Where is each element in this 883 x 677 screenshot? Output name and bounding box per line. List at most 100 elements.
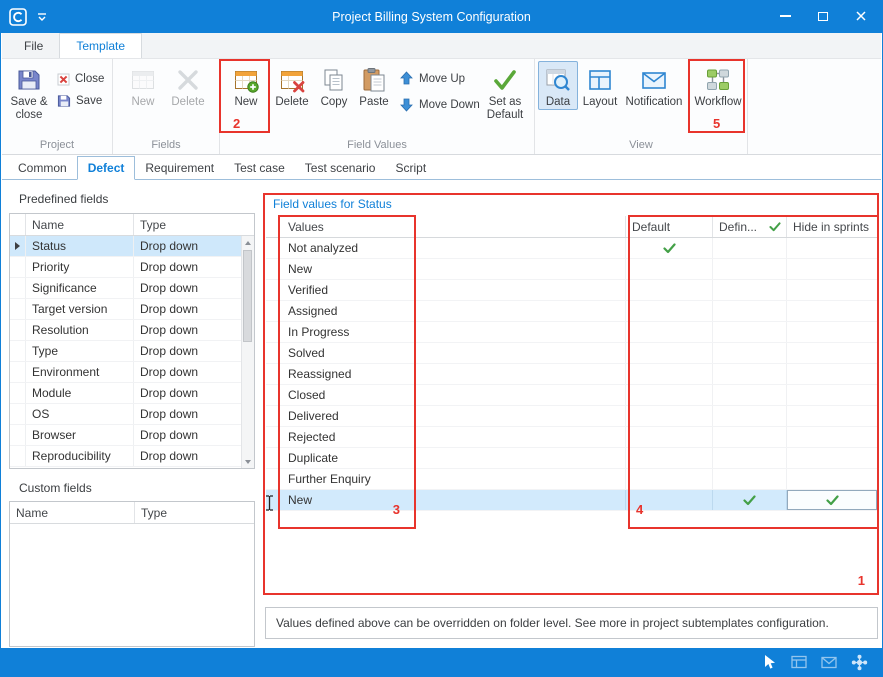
default-checkbox-cell[interactable]: [626, 301, 713, 321]
hide-checkbox-cell[interactable]: [787, 343, 878, 363]
copy-button[interactable]: Copy: [315, 61, 353, 109]
save-button[interactable]: Save: [53, 90, 109, 112]
predefined-field-row[interactable]: SignificanceDrop down: [10, 278, 241, 299]
defined-checkbox-cell[interactable]: [713, 448, 787, 468]
status-network-icon[interactable]: [851, 654, 868, 671]
hide-checkbox-cell[interactable]: [787, 259, 878, 279]
hide-checkbox-cell[interactable]: [787, 448, 878, 468]
hide-checkbox-cell[interactable]: [787, 406, 878, 426]
defined-checkbox-cell[interactable]: [713, 280, 787, 300]
hide-checkbox-cell[interactable]: [787, 490, 878, 510]
fields-delete-button[interactable]: Delete: [165, 61, 211, 109]
scroll-down-button[interactable]: [242, 455, 254, 468]
tab-script[interactable]: Script: [385, 156, 436, 179]
value-row[interactable]: Solved: [266, 343, 878, 364]
hide-checkbox-cell[interactable]: [787, 322, 878, 342]
value-row[interactable]: Closed: [266, 385, 878, 406]
predefined-field-row[interactable]: ModuleDrop down: [10, 383, 241, 404]
column-header-type[interactable]: Type: [135, 502, 254, 523]
defined-checkbox-cell[interactable]: [713, 469, 787, 489]
predefined-field-row[interactable]: PriorityDrop down: [10, 257, 241, 278]
default-checkbox-cell[interactable]: [626, 238, 713, 258]
column-header-hide-in-sprints[interactable]: Hide in sprints: [787, 216, 878, 237]
default-checkbox-cell[interactable]: [626, 280, 713, 300]
default-checkbox-cell[interactable]: [626, 448, 713, 468]
app-logo-icon[interactable]: [9, 8, 27, 26]
value-row[interactable]: Delivered: [266, 406, 878, 427]
predefined-field-row[interactable]: Target versionDrop down: [10, 299, 241, 320]
default-checkbox-cell[interactable]: [626, 364, 713, 384]
value-row[interactable]: Not analyzed: [266, 238, 878, 259]
tab-file[interactable]: File: [8, 33, 59, 58]
default-checkbox-cell[interactable]: [626, 406, 713, 426]
column-header-values[interactable]: Values: [266, 216, 626, 237]
field-values-new-button[interactable]: New: [223, 61, 269, 109]
set-as-default-button[interactable]: Set as Default: [479, 61, 531, 122]
value-row[interactable]: Assigned: [266, 301, 878, 322]
field-values-delete-button[interactable]: Delete: [269, 61, 315, 109]
defined-checkbox-cell[interactable]: [713, 238, 787, 258]
status-panel-icon[interactable]: [791, 655, 807, 669]
hide-checkbox-cell[interactable]: [787, 238, 878, 258]
default-checkbox-cell[interactable]: [626, 259, 713, 279]
tab-defect[interactable]: Defect: [77, 156, 136, 180]
value-row[interactable]: Further Enquiry: [266, 469, 878, 490]
notification-view-button[interactable]: Notification: [622, 61, 686, 109]
layout-view-button[interactable]: Layout: [578, 61, 622, 109]
default-checkbox-cell[interactable]: [626, 469, 713, 489]
predefined-field-row[interactable]: OSDrop down: [10, 404, 241, 425]
hide-checkbox-cell[interactable]: [787, 364, 878, 384]
hide-checkbox-cell[interactable]: [787, 385, 878, 405]
tab-common[interactable]: Common: [8, 156, 77, 179]
value-row[interactable]: Duplicate: [266, 448, 878, 469]
tab-test-scenario[interactable]: Test scenario: [295, 156, 386, 179]
default-checkbox-cell[interactable]: [626, 322, 713, 342]
data-view-button[interactable]: Data: [538, 61, 578, 110]
fields-new-button[interactable]: New: [121, 61, 165, 109]
workflow-view-button[interactable]: Workflow: [692, 61, 744, 109]
move-down-button[interactable]: Move Down: [399, 97, 475, 112]
save-and-close-button[interactable]: Save & close: [5, 61, 53, 122]
column-header-name[interactable]: Name: [10, 502, 135, 523]
defined-checkbox-cell[interactable]: [713, 385, 787, 405]
tab-template[interactable]: Template: [59, 33, 142, 58]
column-header-type[interactable]: Type: [134, 214, 254, 235]
status-pointer-icon[interactable]: [762, 654, 777, 670]
predefined-field-row[interactable]: ResolutionDrop down: [10, 320, 241, 341]
paste-button[interactable]: Paste: [353, 61, 395, 109]
tab-requirement[interactable]: Requirement: [135, 156, 224, 179]
defined-checkbox-cell[interactable]: [713, 364, 787, 384]
value-row[interactable]: Reassigned: [266, 364, 878, 385]
predefined-field-row[interactable]: BrowserDrop down: [10, 425, 241, 446]
defined-checkbox-cell[interactable]: [713, 322, 787, 342]
defined-checkbox-cell[interactable]: [713, 301, 787, 321]
minimize-button[interactable]: [766, 1, 804, 31]
tab-test-case[interactable]: Test case: [224, 156, 295, 179]
value-row[interactable]: New: [266, 259, 878, 280]
value-row[interactable]: Verified: [266, 280, 878, 301]
scroll-up-button[interactable]: [242, 236, 254, 249]
predefined-field-row[interactable]: TypeDrop down: [10, 341, 241, 362]
defined-checkbox-cell[interactable]: [713, 343, 787, 363]
column-header-defined[interactable]: Defin...: [713, 216, 787, 237]
maximize-button[interactable]: [804, 1, 842, 31]
predefined-scrollbar[interactable]: [241, 236, 254, 468]
defined-checkbox-cell[interactable]: [713, 259, 787, 279]
column-header-name[interactable]: Name: [26, 214, 134, 235]
quick-access-icon[interactable]: [36, 11, 48, 23]
predefined-field-row[interactable]: ReproducibilityDrop down: [10, 446, 241, 467]
hide-checkbox-cell[interactable]: [787, 301, 878, 321]
hide-checkbox-cell[interactable]: [787, 427, 878, 447]
default-checkbox-cell[interactable]: [626, 343, 713, 363]
column-header-default[interactable]: Default: [626, 216, 713, 237]
default-checkbox-cell[interactable]: [626, 427, 713, 447]
close-window-button[interactable]: [842, 1, 880, 31]
close-button[interactable]: Close: [53, 68, 109, 90]
predefined-field-row[interactable]: StatusDrop down: [10, 236, 241, 257]
status-mail-icon[interactable]: [821, 656, 837, 669]
value-row[interactable]: In Progress: [266, 322, 878, 343]
move-up-button[interactable]: Move Up: [399, 71, 475, 86]
defined-checkbox-cell[interactable]: [713, 406, 787, 426]
defined-checkbox-cell[interactable]: [713, 427, 787, 447]
default-checkbox-cell[interactable]: [626, 385, 713, 405]
